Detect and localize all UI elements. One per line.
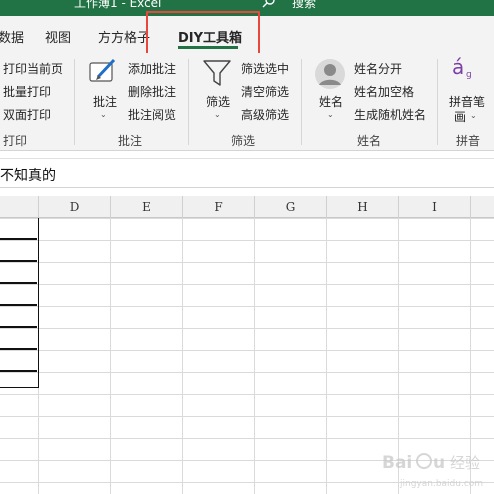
- column-header-g[interactable]: G: [255, 196, 327, 218]
- batch-print-button[interactable]: 批量打印: [3, 83, 51, 100]
- highlight-annotation-box: [146, 11, 260, 58]
- group-label-filter: 筛选: [231, 134, 256, 148]
- person-avatar-icon: [315, 59, 345, 89]
- group-label-name: 姓名: [357, 134, 382, 148]
- filter-button[interactable]: 筛选: [206, 93, 230, 110]
- search-box[interactable]: 搜索: [292, 0, 316, 11]
- svg-text:jingyan.baidu.com: jingyan.baidu.com: [399, 479, 483, 489]
- group-label-comments: 批注: [118, 134, 143, 148]
- pinyin-glyph-icon: á: [452, 55, 465, 79]
- svg-text:Bai: Bai: [382, 453, 412, 473]
- column-header-d[interactable]: D: [39, 196, 111, 218]
- formula-gap: [0, 188, 494, 196]
- comment-button[interactable]: 批注: [93, 93, 117, 110]
- column-header-c[interactable]: [0, 196, 39, 218]
- group-divider: [301, 59, 302, 145]
- split-name-button[interactable]: 姓名分开: [354, 60, 402, 77]
- tab-fangfang-gezi[interactable]: 方方格子: [98, 27, 150, 46]
- column-header-f[interactable]: F: [183, 196, 255, 218]
- tab-view[interactable]: 视图: [45, 27, 71, 46]
- comment-pen-icon: [89, 58, 116, 82]
- group-divider: [74, 59, 75, 145]
- svg-text:u: u: [433, 453, 445, 473]
- column-header-row: D E F G H I: [0, 196, 494, 218]
- baidu-jingyan-watermark: Bai u 经验 jingyan.baidu.com: [382, 453, 483, 489]
- bordered-cell-range[interactable]: [0, 218, 39, 388]
- add-comment-button[interactable]: 添加批注: [128, 60, 176, 77]
- review-comments-button[interactable]: 批注阅览: [128, 106, 176, 123]
- column-header-j[interactable]: [471, 196, 494, 218]
- formula-bar-content[interactable]: 不知真的: [0, 165, 56, 185]
- tab-data[interactable]: 数据: [0, 27, 24, 46]
- pinyin-character-icon: ɡ: [466, 70, 472, 80]
- group-label-print: 打印: [3, 134, 28, 148]
- duplex-print-button[interactable]: 双面打印: [3, 106, 51, 123]
- window-title: 工作薄1 - Excel: [74, 0, 162, 10]
- search-icon[interactable]: [262, 0, 276, 9]
- clear-filter-button[interactable]: 清空筛选: [241, 83, 289, 100]
- column-header-e[interactable]: E: [111, 196, 183, 218]
- filter-funnel-icon: [203, 60, 231, 86]
- pinyin-stroke-button-line2[interactable]: 画: [454, 108, 466, 125]
- advanced-filter-button[interactable]: 高级筛选: [241, 106, 289, 123]
- filter-dropdown-caret-icon[interactable]: ⌄: [214, 110, 221, 119]
- filter-selected-button[interactable]: 筛选选中: [241, 60, 289, 77]
- delete-comment-button[interactable]: 删除批注: [128, 83, 176, 100]
- column-header-h[interactable]: H: [327, 196, 399, 218]
- svg-text:经验: 经验: [450, 454, 480, 472]
- comment-dropdown-caret-icon[interactable]: ⌄: [100, 110, 107, 119]
- name-dropdown-caret-icon[interactable]: ⌄: [327, 110, 334, 119]
- group-divider: [437, 59, 438, 145]
- ribbon-panel: 打印当前页 批量打印 双面打印 打印 批注 ⌄ 添加批注 删除批注 批注阅览 批…: [0, 53, 494, 151]
- name-add-space-button[interactable]: 姓名加空格: [354, 83, 414, 100]
- formula-bar[interactable]: 不知真的: [0, 158, 494, 188]
- pinyin-dropdown-caret-icon[interactable]: ⌄: [470, 111, 477, 120]
- print-current-page-button[interactable]: 打印当前页: [3, 60, 63, 77]
- group-label-pinyin: 拼音: [456, 134, 481, 148]
- group-divider: [188, 59, 189, 145]
- random-name-button[interactable]: 生成随机姓名: [354, 106, 426, 123]
- column-header-i[interactable]: I: [399, 196, 471, 218]
- name-button[interactable]: 姓名: [319, 93, 343, 110]
